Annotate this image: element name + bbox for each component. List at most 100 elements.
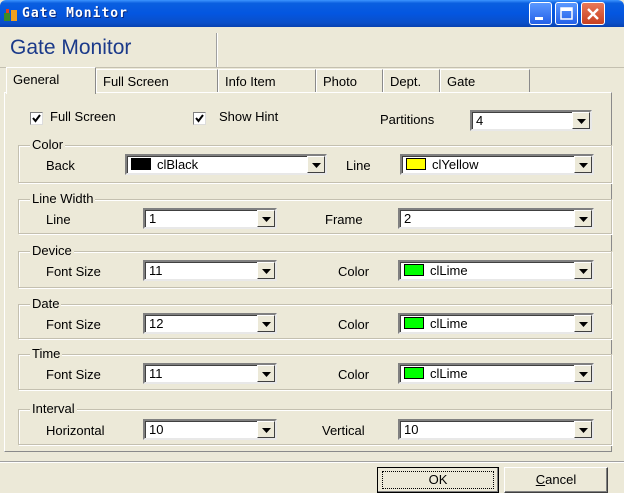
dropdown-button[interactable] [572, 112, 590, 129]
date-color-value: clLime [430, 316, 468, 331]
group-title: Date [30, 296, 62, 311]
frame-width-label: Frame [325, 212, 363, 227]
ok-button[interactable]: OK [377, 467, 499, 493]
minimize-button[interactable] [529, 2, 552, 25]
tab-info-item[interactable]: Info Item [218, 69, 316, 93]
back-label: Back [46, 158, 75, 173]
dropdown-button[interactable] [574, 262, 592, 279]
cancel-label: ancel [545, 472, 577, 487]
chevron-down-icon [579, 428, 588, 433]
line-color-label: Line [346, 158, 371, 173]
vertical-interval-value: 10 [404, 422, 419, 437]
time-color-label: Color [338, 367, 370, 382]
maximize-button[interactable] [555, 2, 578, 25]
chevron-down-icon [262, 428, 271, 433]
chevron-down-icon [262, 322, 271, 327]
time-font-size-select[interactable]: 11 [143, 363, 277, 384]
tab-label: Gate [447, 74, 476, 89]
dropdown-button[interactable] [574, 156, 592, 173]
time-color-select[interactable]: clLime [398, 363, 594, 384]
dropdown-button[interactable] [257, 210, 275, 227]
line-color-select[interactable]: clYellow [400, 154, 594, 175]
dropdown-button[interactable] [257, 365, 275, 382]
dropdown-button[interactable] [574, 210, 592, 227]
dropdown-button[interactable] [574, 365, 592, 382]
minimize-icon [535, 17, 543, 20]
dropdown-button[interactable] [574, 315, 592, 332]
horizontal-interval-value: 10 [149, 422, 164, 437]
tab-gate[interactable]: Gate [440, 69, 530, 93]
chevron-down-icon [579, 372, 588, 377]
title-bar[interactable]: Gate Monitor [0, 0, 624, 27]
partitions-value: 4 [476, 113, 484, 128]
cancel-accelerator: C [535, 472, 546, 487]
chevron-down-icon [262, 269, 271, 274]
chevron-down-icon [312, 163, 321, 168]
device-font-size-value: 11 [149, 263, 163, 278]
tab-label: Info Item [225, 74, 276, 89]
color-swatch [404, 367, 424, 379]
header-divider [216, 33, 218, 68]
chevron-down-icon [577, 119, 586, 124]
partitions-label: Partitions [380, 112, 435, 127]
tab-general[interactable]: General [6, 67, 96, 94]
focus-rect [382, 471, 494, 489]
show-hint-checkbox[interactable] [193, 112, 206, 125]
chevron-down-icon [579, 322, 588, 327]
horizontal-interval-label: Horizontal [46, 423, 105, 438]
line-width-value: 1 [149, 211, 157, 226]
date-font-size-label: Font Size [46, 317, 101, 332]
checkmark-icon [32, 114, 41, 123]
line-width-label: Line [46, 212, 71, 227]
dropdown-button[interactable] [307, 156, 325, 173]
date-color-label: Color [338, 317, 370, 332]
back-color-select[interactable]: clBlack [125, 154, 327, 175]
tab-dept[interactable]: Dept. [383, 69, 440, 93]
color-swatch [406, 158, 426, 170]
app-icon [4, 9, 17, 21]
chevron-down-icon [262, 217, 271, 222]
vertical-interval-select[interactable]: 10 [398, 419, 594, 440]
color-swatch [131, 158, 151, 170]
dropdown-button[interactable] [257, 315, 275, 332]
vertical-interval-label: Vertical [322, 423, 365, 438]
tab-label: Dept. [390, 74, 422, 89]
dropdown-button[interactable] [574, 421, 592, 438]
tab-full-screen[interactable]: Full Screen [96, 69, 218, 93]
frame-width-select[interactable]: 2 [398, 208, 594, 229]
cancel-button[interactable]: Cancel [504, 467, 608, 493]
date-font-size-select[interactable]: 12 [143, 313, 277, 334]
device-font-size-label: Font Size [46, 264, 101, 279]
partitions-select[interactable]: 4 [470, 110, 592, 131]
group-title: Interval [30, 401, 77, 416]
device-color-value: clLime [430, 263, 468, 278]
chevron-down-icon [579, 269, 588, 274]
page-title: Gate Monitor [10, 36, 132, 59]
close-icon [587, 8, 599, 20]
date-font-size-value: 12 [149, 316, 164, 331]
tab-label: General [13, 72, 60, 87]
checkmark-icon [195, 114, 204, 123]
close-button[interactable] [581, 2, 605, 25]
chevron-down-icon [579, 163, 588, 168]
line-width-select[interactable]: 1 [143, 208, 277, 229]
dropdown-button[interactable] [257, 262, 275, 279]
chevron-down-icon [262, 372, 271, 377]
show-hint-label: Show Hint [219, 109, 279, 124]
footer-divider [0, 461, 624, 463]
tab-photo[interactable]: Photo [316, 69, 383, 93]
time-font-size-value: 11 [149, 366, 163, 381]
time-color-value: clLime [430, 366, 468, 381]
frame-width-value: 2 [404, 211, 412, 226]
horizontal-interval-select[interactable]: 10 [143, 419, 277, 440]
chevron-down-icon [579, 217, 588, 222]
group-title: Device [30, 243, 74, 258]
device-font-size-select[interactable]: 11 [143, 260, 277, 281]
dropdown-button[interactable] [257, 421, 275, 438]
color-swatch [404, 264, 424, 276]
group-title: Time [30, 346, 63, 361]
tab-label: Photo [323, 74, 357, 89]
device-color-select[interactable]: clLime [398, 260, 594, 281]
full-screen-checkbox[interactable] [30, 112, 43, 125]
date-color-select[interactable]: clLime [398, 313, 594, 334]
